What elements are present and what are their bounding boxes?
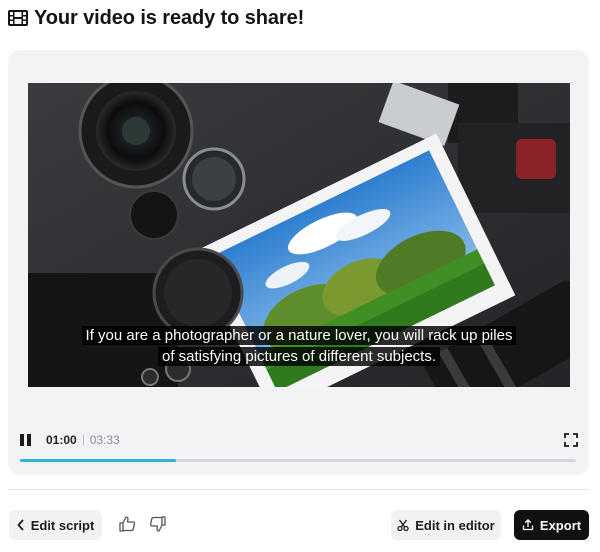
current-time: 01:00 [46,433,77,447]
edit-script-button[interactable]: Edit script [9,510,102,540]
scissors-icon [397,519,409,531]
time-divider [82,434,84,446]
film-icon [8,10,28,26]
progress-bar[interactable] [20,459,576,462]
thumbs-up-icon[interactable] [118,515,136,533]
total-time: 03:33 [89,433,120,447]
page-header: Your video is ready to share! [8,6,304,30]
export-button[interactable]: Export [514,510,589,540]
export-label: Export [539,517,582,533]
divider [8,489,589,490]
edit-script-label: Edit script [30,517,95,533]
thumbs-down-icon[interactable] [149,515,167,533]
share-icon [522,519,534,531]
video-frame[interactable]: If you are a photographer or a nature lo… [28,83,570,387]
chevron-left-icon [16,519,24,531]
edit-in-editor-label: Edit in editor [415,517,495,533]
page-title: Your video is ready to share! [34,6,305,29]
progress-fill [20,459,176,462]
caption-text: If you are a photographer or a nature lo… [81,326,517,366]
edit-in-editor-button[interactable]: Edit in editor [391,510,501,540]
fullscreen-icon[interactable] [564,433,578,447]
video-player: If you are a photographer or a nature lo… [8,50,589,475]
video-caption: If you are a photographer or a nature lo… [79,325,519,367]
pause-icon[interactable] [20,433,34,447]
player-controls: 01:00 03:33 [20,430,578,450]
